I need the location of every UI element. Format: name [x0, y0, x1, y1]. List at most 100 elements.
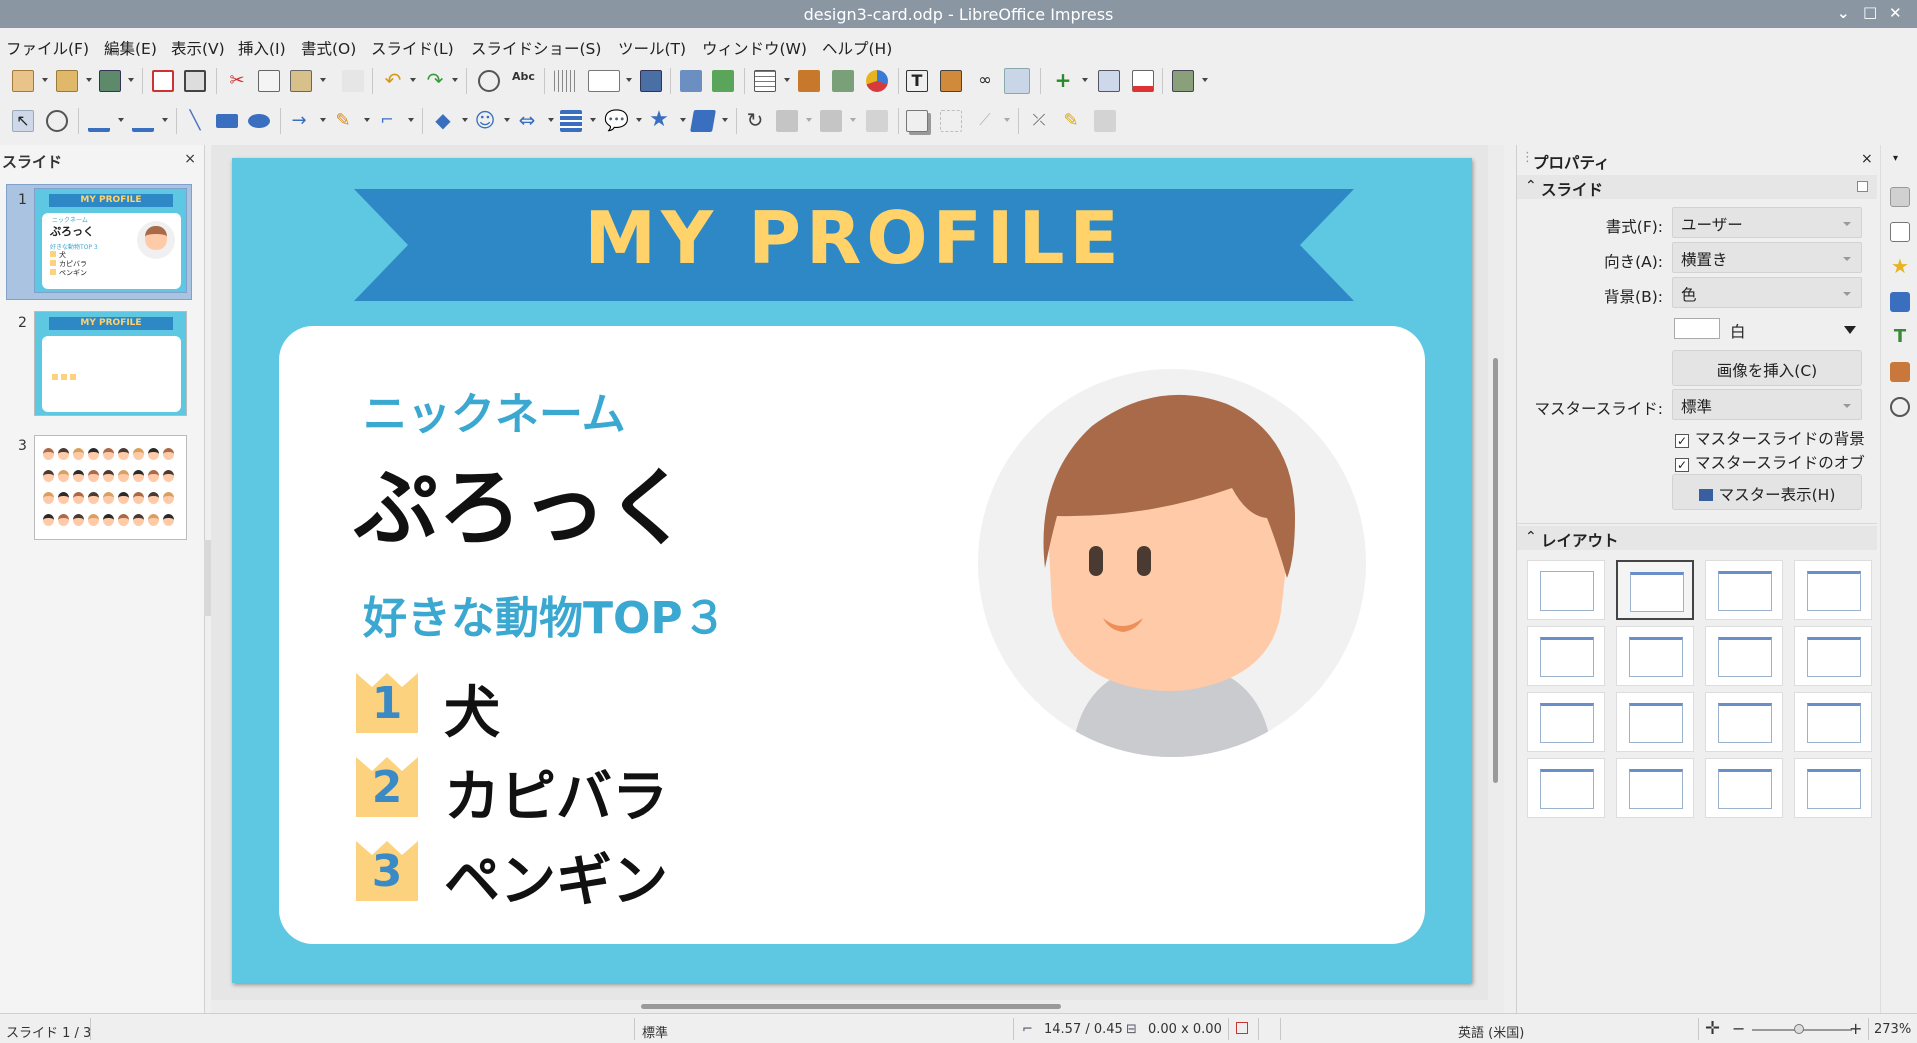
background-select[interactable]: 色	[1672, 277, 1862, 308]
vertical-scroll-thumb[interactable]	[1493, 358, 1498, 783]
find-replace-icon[interactable]	[478, 70, 500, 92]
table-icon[interactable]	[754, 70, 776, 92]
layout-option[interactable]	[1705, 560, 1783, 620]
spellcheck-icon[interactable]: Abc	[512, 70, 535, 92]
zoom-level[interactable]: 273%	[1874, 1022, 1911, 1037]
display-views-icon[interactable]	[588, 70, 620, 92]
toggle-extrusion-icon[interactable]	[1094, 110, 1116, 132]
menu-view[interactable]: 表示(V)	[171, 37, 225, 59]
connector-icon[interactable]: ⌐	[376, 110, 398, 132]
stars-icon[interactable]: ★	[648, 109, 670, 132]
layout-option[interactable]	[1616, 626, 1694, 686]
rectangle-icon[interactable]	[216, 114, 238, 128]
menu-edit[interactable]: 編集(E)	[104, 37, 157, 59]
shadow-icon[interactable]	[906, 110, 928, 132]
slide-thumbnail-3[interactable]	[34, 435, 187, 540]
text-box-icon[interactable]: T	[906, 70, 928, 92]
properties-deck-icon[interactable]	[1890, 187, 1910, 207]
master-view-button[interactable]: マスター表示(H)	[1672, 474, 1862, 510]
avatar-illustration[interactable]	[977, 368, 1367, 758]
3d-objects-icon[interactable]	[690, 110, 716, 132]
flowchart-icon[interactable]	[560, 110, 582, 132]
close-window-icon[interactable]: ✕	[1889, 4, 1902, 22]
layout-option[interactable]	[1705, 758, 1783, 818]
insert-image-button[interactable]: 画像を挿入(C)	[1672, 350, 1862, 386]
menu-window[interactable]: ウィンドウ(W)	[702, 37, 807, 59]
duplicate-slide-icon[interactable]	[1098, 70, 1120, 92]
collapse-slide-icon[interactable]: ⌃	[1525, 178, 1537, 194]
maximize-icon[interactable]: □	[1863, 3, 1877, 21]
slide-panel-close-icon[interactable]: ×	[184, 151, 196, 167]
points-edit-icon[interactable]: ⤫	[1028, 110, 1050, 132]
navigator-deck-icon[interactable]	[1890, 397, 1910, 417]
menu-tools[interactable]: ツール(T)	[618, 37, 686, 59]
master-slide-icon[interactable]	[640, 70, 662, 92]
fontwork-icon[interactable]	[940, 70, 962, 92]
layout-option[interactable]	[1705, 692, 1783, 752]
horizontal-scroll-thumb[interactable]	[641, 1004, 1061, 1009]
chart-icon[interactable]	[866, 70, 888, 92]
layout-option[interactable]	[1527, 560, 1605, 620]
callout-icon[interactable]: 💬	[604, 110, 629, 132]
ellipse-icon[interactable]	[248, 114, 270, 128]
line-color-icon[interactable]	[88, 110, 110, 132]
curve-icon[interactable]: ✎	[332, 110, 354, 132]
start-current-slide-icon[interactable]	[712, 70, 734, 92]
media-icon[interactable]	[832, 70, 854, 92]
format-select[interactable]: ユーザー	[1672, 207, 1862, 238]
redo-icon[interactable]: ↷	[424, 70, 446, 92]
menu-file[interactable]: ファイル(F)	[6, 37, 89, 59]
layout-option[interactable]	[1794, 560, 1872, 620]
properties-close-icon[interactable]: ×	[1861, 151, 1873, 167]
zoom-out-icon[interactable]: −	[1732, 1019, 1745, 1038]
copy-icon[interactable]	[258, 70, 280, 92]
paste-icon[interactable]	[290, 70, 312, 92]
align-icon[interactable]	[776, 110, 798, 132]
color-dropdown-icon[interactable]	[1844, 326, 1856, 334]
more-options-icon[interactable]	[1857, 181, 1868, 192]
layout-option[interactable]	[1527, 758, 1605, 818]
layout-option[interactable]	[1794, 758, 1872, 818]
line-icon[interactable]: ╲	[184, 110, 206, 132]
open-folder-icon[interactable]	[56, 70, 78, 92]
document-modified-icon[interactable]	[1236, 1022, 1248, 1034]
layout-option[interactable]	[1527, 626, 1605, 686]
points-icon[interactable]	[1004, 68, 1030, 94]
zoom-in-icon[interactable]: +	[1849, 1019, 1862, 1038]
layout-option[interactable]	[1705, 626, 1783, 686]
block-arrows-icon[interactable]: ⇔	[516, 110, 538, 132]
master-objects-checkbox[interactable]: ✓マスタースライドのオブジェクト	[1675, 451, 1865, 473]
layout-section-header[interactable]: ⌃ レイアウト	[1517, 526, 1877, 550]
slide-editor[interactable]: MY PROFILE ニックネーム ぷろっく 好きな動物TOP３ 1 犬 2 カ…	[232, 158, 1472, 983]
rotate-icon[interactable]: ↻	[744, 110, 766, 132]
layout-option[interactable]	[1527, 692, 1605, 752]
horizontal-scrollbar[interactable]	[211, 1000, 1504, 1013]
menu-format[interactable]: 書式(O)	[301, 37, 356, 59]
gallery-deck-icon[interactable]	[1890, 362, 1910, 382]
master-slide-select[interactable]: 標準	[1672, 389, 1862, 420]
menu-slide[interactable]: スライド(L)	[371, 37, 454, 59]
symbol-shapes-icon[interactable]: ☺	[474, 110, 496, 132]
new-slide-icon[interactable]: +	[1052, 70, 1074, 92]
language-status[interactable]: 英語 (米国)	[1458, 1022, 1524, 1041]
select-icon[interactable]: ↖	[12, 110, 34, 132]
zoom-pan-icon[interactable]	[46, 110, 68, 132]
image-icon[interactable]	[798, 70, 820, 92]
layout-option[interactable]	[1616, 560, 1694, 620]
master-slides-deck-icon[interactable]	[1890, 292, 1910, 312]
export-pdf-icon[interactable]	[152, 70, 174, 92]
distribute-icon[interactable]	[866, 110, 888, 132]
menu-insert[interactable]: 挿入(I)	[238, 37, 286, 59]
undo-icon[interactable]: ↶	[382, 70, 404, 92]
save-icon[interactable]	[99, 70, 121, 92]
filter-icon[interactable]: ⟋	[974, 110, 996, 132]
layout-option[interactable]	[1794, 692, 1872, 752]
crop-icon[interactable]	[940, 110, 962, 132]
layout-option[interactable]	[1616, 692, 1694, 752]
arrow-line-icon[interactable]: →	[288, 110, 310, 132]
fill-color-icon[interactable]	[132, 110, 154, 132]
new-document-icon[interactable]	[12, 70, 34, 92]
grid-icon[interactable]	[554, 70, 576, 92]
layout-option[interactable]	[1794, 626, 1872, 686]
deck-menu-icon[interactable]: ▾	[1893, 153, 1898, 164]
